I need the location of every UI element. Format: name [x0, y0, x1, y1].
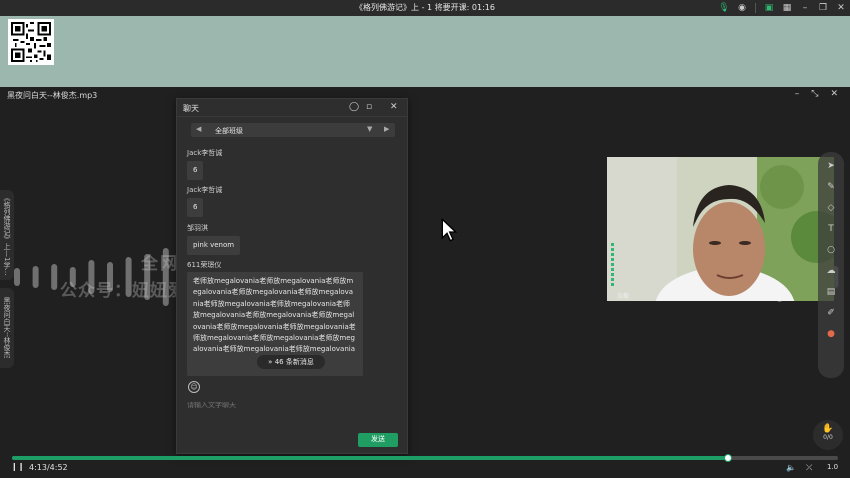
- new-messages-button[interactable]: » 46 条新消息: [257, 355, 325, 369]
- restore-icon[interactable]: ❐: [818, 3, 828, 13]
- cloud-tool-icon[interactable]: ☁: [825, 265, 837, 277]
- media-file-name: 黑夜问白天--林俊杰.mp3: [7, 91, 98, 100]
- close-icon[interactable]: ✕: [390, 102, 398, 112]
- edit-doc-icon[interactable]: ✐: [825, 307, 837, 319]
- chevron-down-icon[interactable]: ▼: [367, 125, 372, 133]
- close-icon[interactable]: ✕: [836, 3, 846, 13]
- app-root: 《格列佛游记》上 - 1 将要开课: 01:16 🎙 ◉ ▣ ▦ – ❐ ✕ 黑…: [0, 0, 850, 478]
- playback-progress[interactable]: [12, 454, 838, 462]
- chat-panel: 聊天 ◯ ▫ ✕ ◀ 全部班级 ▼ ▶ Jack李哲诚 6 Jack李哲诚 6 …: [176, 98, 408, 454]
- chevrons-down-icon: »: [268, 358, 273, 366]
- message-bubble: pink venom: [187, 236, 241, 256]
- grid-layout-icon[interactable]: ▦: [782, 3, 792, 13]
- microphone-icon[interactable]: 🎙: [718, 3, 729, 13]
- titlebar-divider: [755, 3, 756, 13]
- qr-code-image: [8, 19, 54, 65]
- emoji-icon[interactable]: ☺: [188, 381, 200, 393]
- class-select[interactable]: ◀ 全部班级 ▼ ▶: [191, 123, 395, 137]
- pen-tool-icon[interactable]: ✎: [825, 181, 837, 193]
- minimize-icon[interactable]: –: [800, 3, 810, 13]
- fullscreen-exit-icon[interactable]: ⤫: [806, 463, 812, 473]
- teacher-webcam[interactable]: 加载: [607, 157, 834, 301]
- player-window-controls: – ⤡ ✕: [795, 89, 838, 99]
- chat-bubble-icon[interactable]: ◯: [349, 102, 359, 112]
- message-sender: Jack李哲诚: [187, 186, 223, 194]
- window-titlebar: 《格列佛游记》上 - 1 将要开课: 01:16 🎙 ◉ ▣ ▦ – ❐ ✕: [0, 0, 850, 16]
- waveform-bar: [14, 268, 20, 286]
- camera-dropdown-icon[interactable]: ◉: [737, 3, 747, 13]
- page-indicator[interactable]: ✋ 0/0: [813, 420, 843, 450]
- chat-message-input[interactable]: [187, 402, 387, 409]
- pause-icon[interactable]: ❙❙: [11, 462, 24, 471]
- text-tool-icon[interactable]: T: [825, 223, 837, 235]
- collapse-icon[interactable]: ⤡: [811, 89, 818, 99]
- message-bubble: 6: [187, 198, 204, 218]
- message-sender: Jack李哲诚: [187, 149, 223, 157]
- right-toolbar: ➤ ✎ ◇ T ○ ☁ ▤ ✐ ●: [818, 152, 844, 378]
- chat-header: 聊天 ◯ ▫ ✕: [177, 99, 407, 117]
- send-button[interactable]: 发送: [358, 433, 398, 447]
- class-select-value: 全部班级: [215, 127, 243, 135]
- shape-tool-icon[interactable]: ○: [825, 244, 837, 256]
- hand-icon: ✋: [822, 424, 834, 434]
- minimize-icon[interactable]: –: [795, 89, 800, 99]
- side-tab-course[interactable]: 《格列佛游记》上—1学…: [0, 190, 14, 280]
- whiteboard-area[interactable]: [0, 16, 850, 87]
- close-icon[interactable]: ✕: [830, 89, 838, 99]
- speed-button[interactable]: 1.0: [827, 463, 838, 471]
- titlebar-controls: 🎙 ◉ ▣ ▦ – ❐ ✕: [718, 2, 846, 14]
- interaction-icon[interactable]: ●: [825, 328, 837, 340]
- waveform-bar: [51, 264, 58, 290]
- webcam-video: [607, 157, 834, 301]
- screen-share-icon[interactable]: ▣: [764, 3, 774, 13]
- side-tab-media[interactable]: 黑夜问白天--林俊杰: [0, 288, 14, 368]
- audio-level-meter: [611, 243, 614, 293]
- message-sender: 邹羽淇: [187, 224, 208, 232]
- progress-fill: [12, 456, 729, 460]
- cursor-tool-icon[interactable]: ➤: [825, 160, 837, 172]
- message-sender: 611荣璟仪: [187, 261, 222, 269]
- playback-time: 4:13/4:52: [29, 463, 68, 472]
- prev-arrow-icon[interactable]: ◀: [196, 125, 201, 133]
- eraser-tool-icon[interactable]: ◇: [825, 202, 837, 214]
- chat-title: 聊天: [183, 104, 199, 113]
- mouse-cursor-icon: [441, 218, 458, 242]
- webcam-label: 加载: [617, 293, 630, 300]
- volume-icon[interactable]: 🔈: [786, 463, 796, 472]
- next-arrow-icon[interactable]: ▶: [384, 125, 389, 133]
- page-count: 0/0: [823, 434, 833, 441]
- message-bubble: 6: [187, 161, 204, 181]
- popout-icon[interactable]: ▫: [366, 102, 372, 112]
- toolbox-icon[interactable]: ▤: [825, 286, 837, 298]
- waveform-bar: [32, 266, 39, 288]
